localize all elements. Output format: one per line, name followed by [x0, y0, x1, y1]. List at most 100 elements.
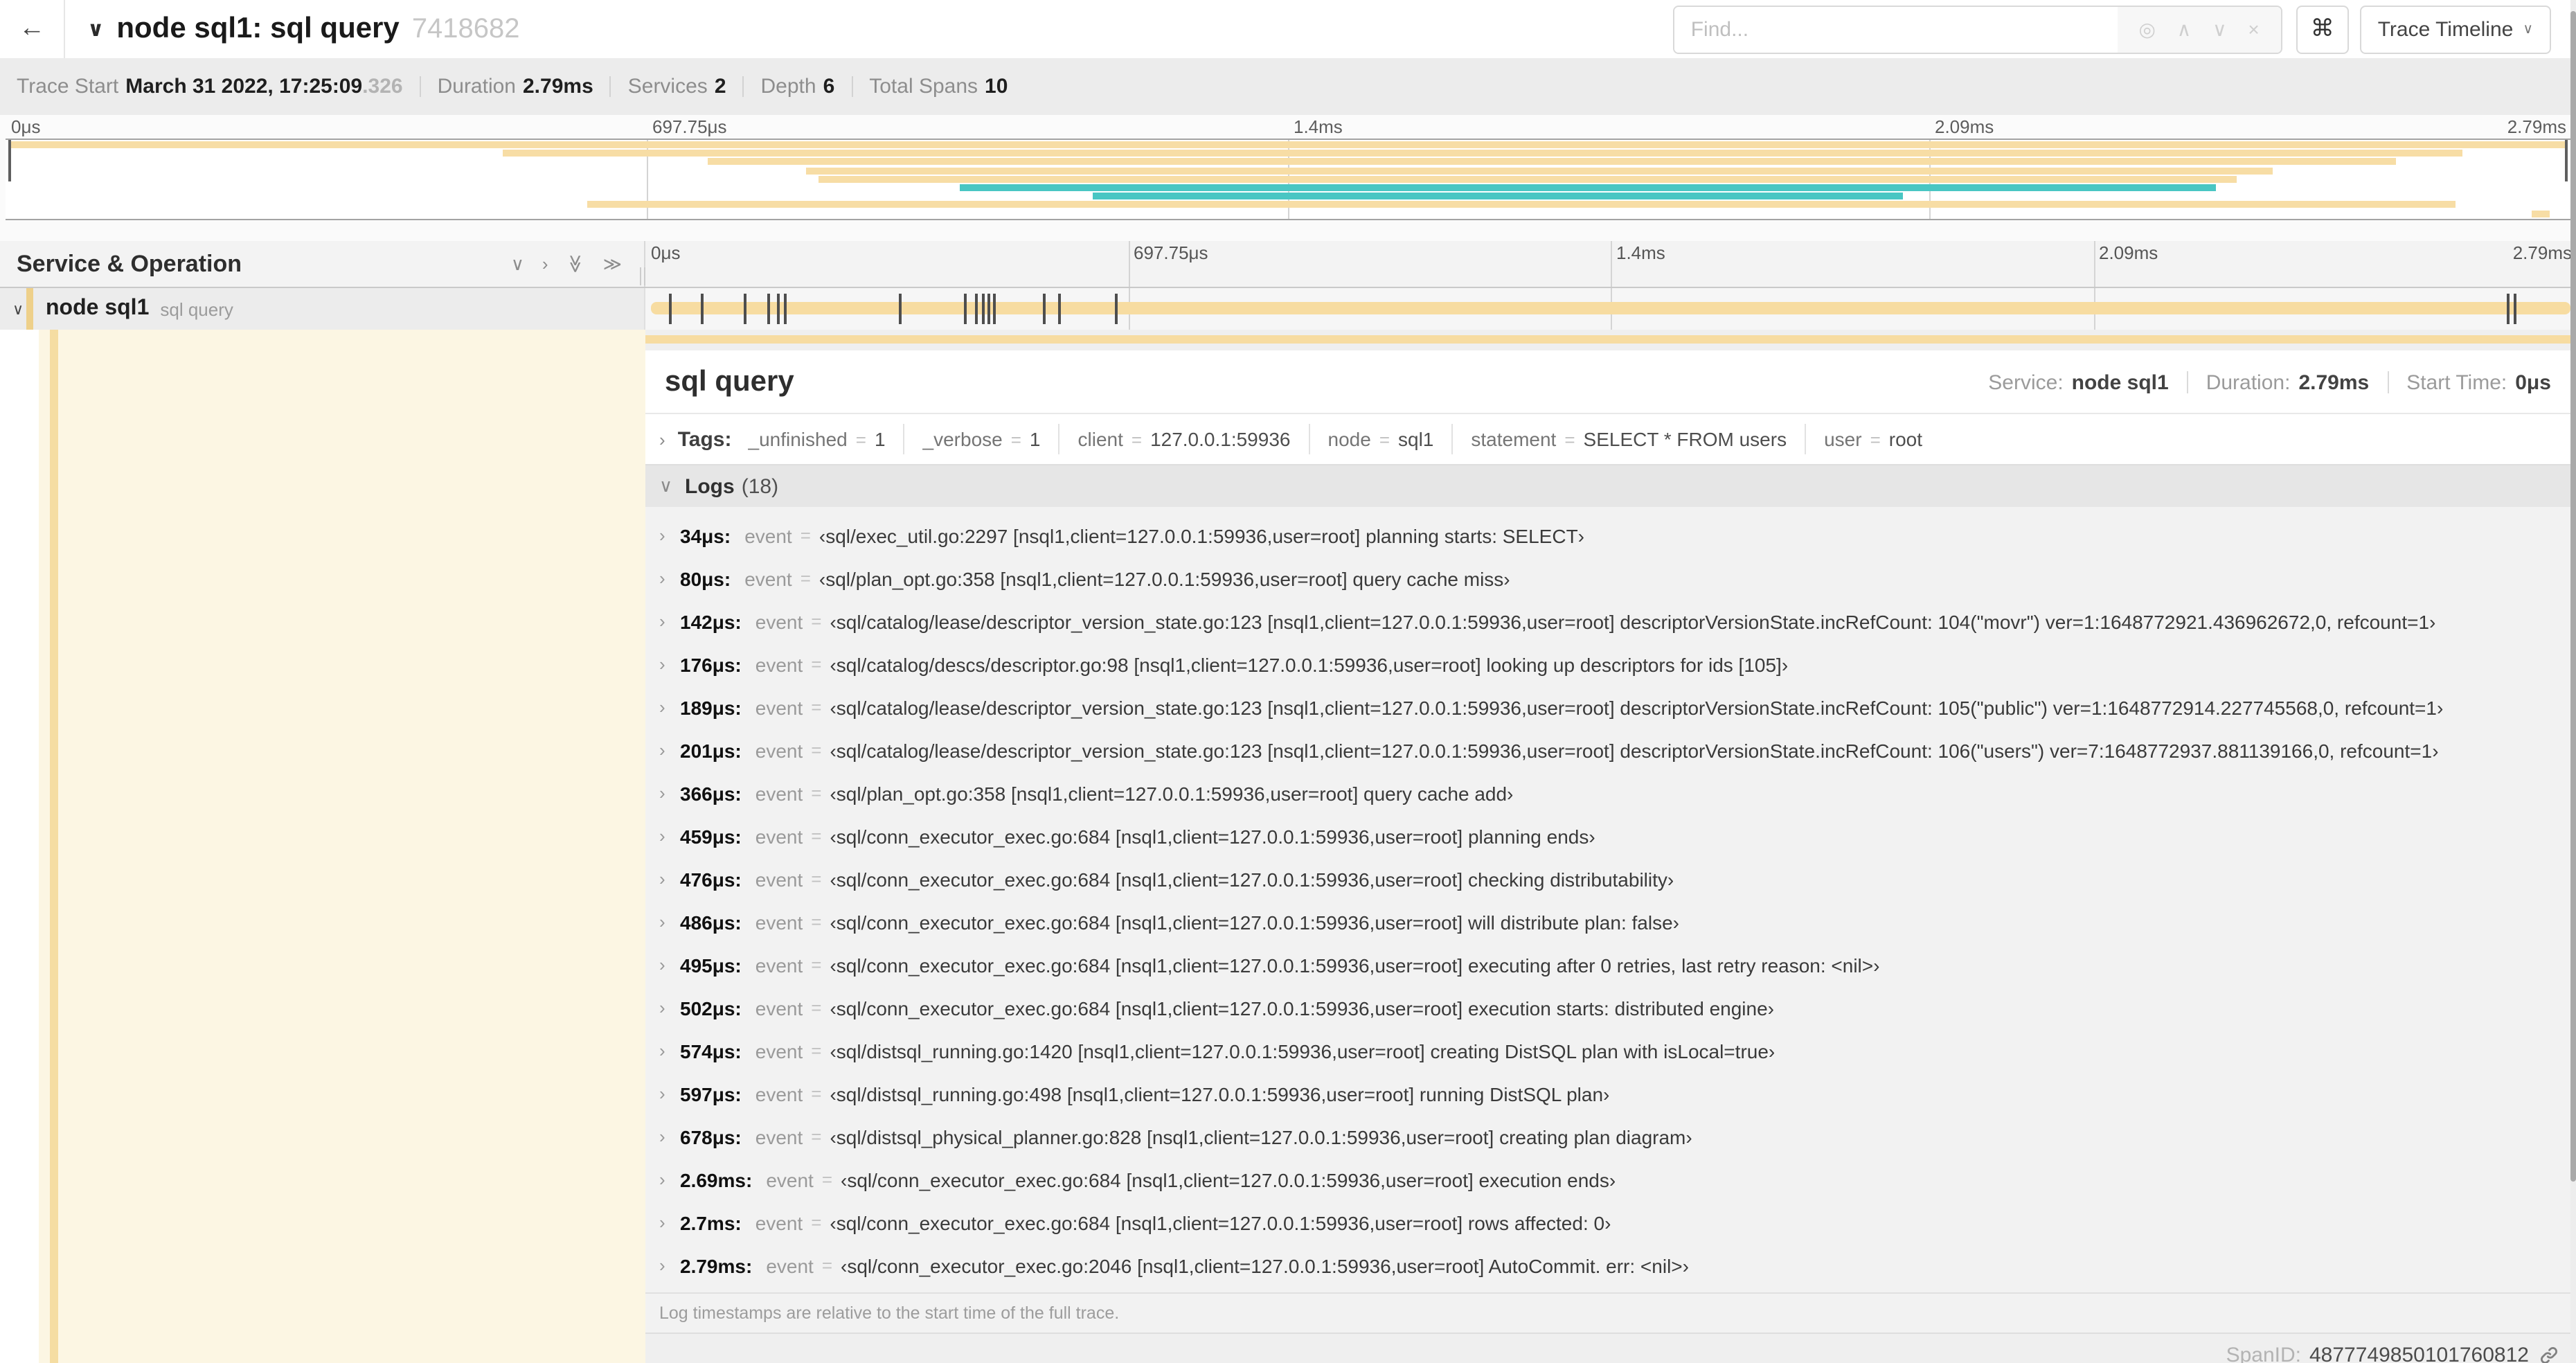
log-marker: [1114, 294, 1118, 324]
tag-key: node: [1327, 428, 1371, 450]
tag-item[interactable]: _unfinished = 1: [749, 428, 886, 450]
duration-label: Duration:: [2206, 371, 2291, 394]
trace-start-value: March 31 2022, 17:25:09: [125, 75, 363, 98]
tag-value: 1: [1029, 428, 1041, 450]
log-row[interactable]: › 476μs: event = ‹sql/conn_executor_exec.go:…: [645, 857, 2570, 900]
log-row[interactable]: › 495μs: event = ‹sql/conn_executor_exec.go:…: [645, 943, 2570, 986]
detail-pane: sql query Service: node sql1 Duration: 2…: [645, 330, 2576, 1363]
expand-one-level-icon[interactable]: ›: [542, 255, 548, 273]
log-row[interactable]: › 502μs: event = ‹sql/conn_executor_exec.go:…: [645, 986, 2570, 1029]
minimap-tick: 1.4ms: [1294, 116, 1343, 137]
tag-separator: [1451, 424, 1454, 454]
top-bar: ← ∨ node sql1: sql query 7418682 ◎ ∧ ∨ ×…: [0, 0, 2576, 58]
chevron-down-icon: ∨: [659, 475, 673, 496]
log-marker: [776, 294, 780, 324]
log-timestamp: 495μs:: [680, 954, 742, 976]
log-timestamp: 142μs:: [680, 610, 742, 632]
log-field-name: event: [755, 868, 803, 890]
tag-key: user: [1824, 428, 1862, 450]
minimap-canvas[interactable]: [6, 139, 2570, 220]
services-value: 2: [714, 75, 726, 98]
log-timestamp: 2.69ms:: [680, 1168, 753, 1191]
log-row[interactable]: › 34μs: event = ‹sql/exec_util.go:2297 [nsql…: [645, 514, 2570, 557]
log-field-name: event: [755, 1211, 803, 1233]
back-button[interactable]: ←: [0, 0, 65, 58]
view-dropdown-button[interactable]: Trace Timeline ∨: [2359, 5, 2551, 53]
tag-item[interactable]: user = root: [1824, 428, 1922, 450]
span-row-name-cell[interactable]: ∨ node sql1 sql query: [0, 288, 645, 330]
trace-collapse-icon[interactable]: ∨: [87, 17, 104, 42]
find-controls: ◎ ∧ ∨ ×: [2117, 6, 2281, 52]
log-timestamp: 2.7ms:: [680, 1211, 742, 1233]
collapse-all-icon[interactable]: ∨: [511, 255, 524, 273]
log-timestamp: 201μs:: [680, 739, 742, 761]
span-bar[interactable]: [651, 302, 2570, 314]
log-row[interactable]: › 574μs: event = ‹sql/distsql_running.go:142…: [645, 1029, 2570, 1072]
divider: [851, 76, 853, 97]
log-message: ‹sql/catalog/descs/descriptor.go:98 [nsq…: [830, 653, 1789, 675]
span-id-value: 4877749850101760812: [2309, 1344, 2529, 1363]
tag-value: root: [1888, 428, 1922, 450]
total-spans-label: Total Spans: [869, 75, 978, 98]
start-time-value: 0μs: [2515, 371, 2551, 394]
log-row[interactable]: › 678μs: event = ‹sql/distsql_physical_plann…: [645, 1115, 2570, 1158]
tag-item[interactable]: statement = SELECT * FROM users: [1471, 428, 1787, 450]
find-input[interactable]: [1674, 6, 2118, 52]
double-chevron-down-icon[interactable]: ≫: [565, 254, 586, 273]
duration-label: Duration: [437, 75, 516, 98]
span-expander-chevron-down-icon[interactable]: ∨: [12, 300, 24, 318]
log-row[interactable]: › 176μs: event = ‹sql/catalog/descs/descript…: [645, 643, 2570, 686]
log-marker: [767, 294, 770, 324]
span-row-track[interactable]: [645, 288, 2576, 330]
tag-item[interactable]: node = sql1: [1328, 428, 1434, 450]
log-row[interactable]: › 201μs: event = ‹sql/catalog/lease/descript…: [645, 729, 2570, 772]
equals-sign: =: [811, 1126, 822, 1147]
tag-item[interactable]: client = 127.0.0.1:59936: [1078, 428, 1291, 450]
log-message: ‹sql/catalog/lease/descriptor_version_st…: [830, 739, 2439, 761]
find-clear-icon[interactable]: ×: [2248, 18, 2259, 40]
log-message: ‹sql/exec_util.go:2297 [nsql1,client=127…: [819, 524, 1584, 546]
find-next-icon[interactable]: ∨: [2212, 17, 2227, 41]
log-row[interactable]: › 366μs: event = ‹sql/plan_opt.go:358 [nsql1…: [645, 772, 2570, 814]
log-marker: [2514, 294, 2517, 324]
log-message: ‹sql/conn_executor_exec.go:2046 [nsql1,c…: [841, 1254, 1689, 1276]
scrubber-right-handle[interactable]: [2565, 140, 2568, 181]
log-marker: [987, 294, 990, 324]
log-row[interactable]: › 597μs: event = ‹sql/distsql_running.go:498…: [645, 1072, 2570, 1115]
locate-icon[interactable]: ◎: [2139, 17, 2156, 41]
divider: [2387, 371, 2389, 393]
log-row[interactable]: › 2.69ms: event = ‹sql/conn_executor_exec.go…: [645, 1158, 2570, 1201]
log-row[interactable]: › 486μs: event = ‹sql/conn_executor_exec.go:…: [645, 900, 2570, 943]
keyboard-shortcuts-button[interactable]: ⌘: [2296, 5, 2349, 53]
chevron-right-icon: ›: [659, 826, 665, 846]
detail-header-meta: Service: node sql1 Duration: 2.79ms Star…: [1988, 371, 2551, 394]
deep-link-icon[interactable]: [2539, 1345, 2559, 1363]
log-message: ‹sql/conn_executor_exec.go:684 [nsql1,cl…: [830, 868, 1674, 890]
tags-label: Tags:: [677, 427, 732, 451]
chevron-right-icon: ›: [659, 697, 665, 718]
command-icon: ⌘: [2310, 15, 2334, 42]
service-label: Service:: [1988, 371, 2064, 394]
log-row[interactable]: › 459μs: event = ‹sql/conn_executor_exec.go:…: [645, 814, 2570, 857]
tag-item[interactable]: _verbose = 1: [923, 428, 1041, 450]
logs-header[interactable]: ∨ Logs (18): [645, 465, 2570, 507]
log-row[interactable]: › 189μs: event = ‹sql/catalog/lease/descript…: [645, 686, 2570, 729]
tags-accordion[interactable]: › Tags: _unfinished = 1 _verbose = 1 client = 12…: [645, 414, 2570, 464]
trace-title: ∨ node sql1: sql query 7418682: [87, 12, 520, 46]
log-row[interactable]: › 2.79ms: event = ‹sql/conn_executor_exec.go…: [645, 1244, 2570, 1287]
log-marker: [1058, 294, 1062, 324]
span-detail-row: sql query Service: node sql1 Duration: 2…: [0, 330, 2576, 1363]
scrollbar-thumb[interactable]: [2570, 11, 2576, 1182]
log-timestamp: 486μs:: [680, 911, 742, 933]
equals-sign: =: [811, 911, 822, 932]
depth-value: 6: [823, 75, 835, 98]
tag-separator: [1058, 424, 1060, 454]
double-chevron-right-icon[interactable]: ≫: [603, 255, 622, 273]
scrollbar-track[interactable]: [2570, 0, 2576, 1363]
log-row[interactable]: › 80μs: event = ‹sql/plan_opt.go:358 [nsql1,…: [645, 557, 2570, 600]
log-row[interactable]: › 142μs: event = ‹sql/catalog/lease/descript…: [645, 600, 2570, 643]
log-timestamp: 189μs:: [680, 696, 742, 718]
find-prev-icon[interactable]: ∧: [2177, 17, 2192, 41]
log-row[interactable]: › 2.7ms: event = ‹sql/conn_executor_exec.go:…: [645, 1201, 2570, 1244]
log-message: ‹sql/distsql_running.go:498 [nsql1,clien…: [830, 1083, 1610, 1105]
